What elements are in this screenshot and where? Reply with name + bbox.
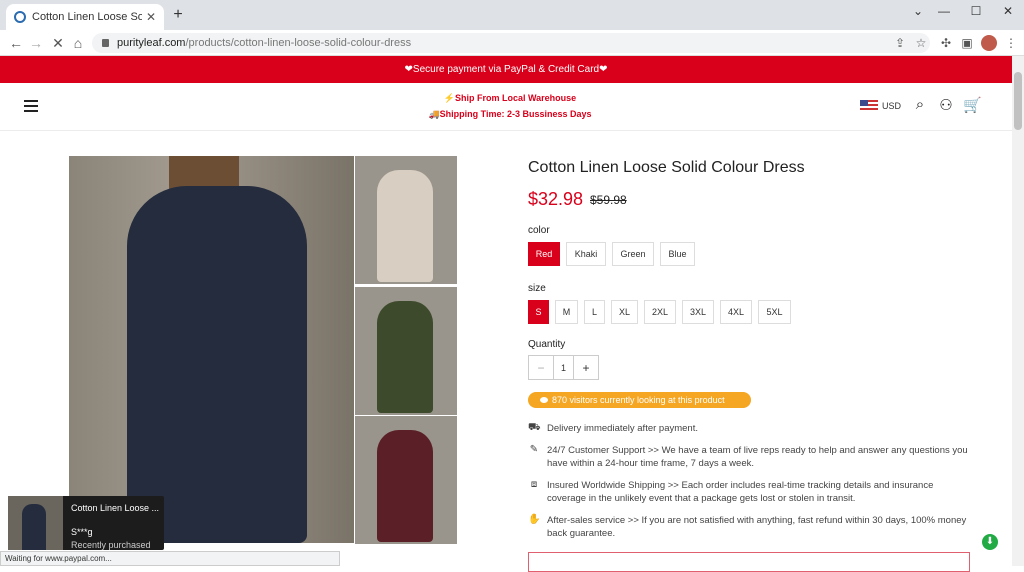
home-icon[interactable]: ⌂ (70, 35, 86, 51)
quantity-increase-button[interactable]: + (574, 356, 598, 379)
site-header: ⚡Ship From Local Warehouse 🚚Shipping Tim… (0, 83, 1012, 131)
popup-status: Recently purchased (71, 540, 151, 550)
search-icon[interactable]: ⌕ (911, 96, 929, 113)
address-bar[interactable]: purityleaf.com /products/cotton-linen-lo… (92, 33, 930, 53)
color-option-red[interactable]: Red (528, 242, 560, 266)
url-domain: purityleaf.com (117, 37, 186, 49)
profile-avatar[interactable] (981, 35, 997, 51)
maximize-icon[interactable]: ☐ (966, 4, 986, 18)
add-to-cart-button[interactable] (528, 552, 970, 572)
feature-shipping: Insured Worldwide Shipping >> Each order… (547, 480, 934, 504)
size-option-3xl[interactable]: 3XL (682, 300, 714, 324)
side-panel-icon[interactable]: ▣ (960, 37, 974, 49)
currency-selector[interactable]: USD (882, 101, 901, 111)
size-option-5xl[interactable]: 5XL (758, 300, 791, 324)
browser-menu-icon[interactable]: ⋮ (1004, 37, 1018, 49)
url-path: /products/cotton-linen-loose-solid-colou… (185, 37, 412, 49)
share-icon[interactable]: ⇪ (893, 37, 907, 49)
product-main-image[interactable] (69, 156, 354, 543)
visitors-badge: 870 visitors currently looking at this p… (528, 392, 751, 408)
quantity-stepper: − 1 + (528, 355, 599, 380)
size-option-2xl[interactable]: 2XL (644, 300, 676, 324)
recent-purchase-popup[interactable]: Cotton Linen Loose ... S***g Recently pu… (8, 496, 164, 550)
color-option-blue[interactable]: Blue (660, 242, 695, 266)
browser-tab-strip: Cotton Linen Loose Solid Colour Dress ✕ … (0, 0, 1024, 30)
quantity-label: Quantity (528, 339, 566, 350)
new-tab-button[interactable]: + (170, 6, 186, 24)
browser-toolbar: ← → ✕ ⌂ purityleaf.com /products/cotton-… (0, 30, 1024, 56)
stop-loading-icon[interactable]: ✕ (50, 35, 66, 51)
quantity-decrease-button[interactable]: − (529, 356, 553, 379)
close-window-icon[interactable]: ✕ (998, 4, 1018, 18)
feature-delivery: Delivery immediately after payment. (547, 423, 698, 434)
compare-at-price: $59.98 (590, 193, 627, 207)
cart-icon[interactable]: 🛒 (963, 96, 982, 114)
promo-bar: ❤Secure payment via PayPal & Credit Card… (0, 56, 1012, 83)
feature-after-sales: After-sales service >> If you are not sa… (547, 515, 967, 539)
bookmark-star-icon[interactable]: ☆ (914, 37, 928, 49)
hand-icon: ✋ (528, 514, 541, 525)
forward-icon[interactable]: → (28, 35, 44, 51)
product-price: $32.98 (528, 189, 584, 209)
feature-support: 24/7 Customer Support >> We have a team … (547, 445, 968, 469)
product-thumbnail-green[interactable] (355, 287, 457, 415)
tab-close-icon[interactable]: ✕ (146, 10, 156, 24)
scrollbar-thumb[interactable] (1014, 72, 1022, 130)
product-thumbnail-khaki[interactable] (355, 156, 457, 284)
chat-widget-icon[interactable]: ⬇ (982, 534, 998, 550)
popup-product-title: Cotton Linen Loose ... (71, 503, 159, 513)
color-option-khaki[interactable]: Khaki (566, 242, 606, 266)
popup-buyer-name: S***g (71, 527, 93, 537)
tab-title: Cotton Linen Loose Solid Colour Dress (32, 11, 142, 23)
popup-product-image (8, 496, 63, 550)
product-thumbnail-wine[interactable] (355, 416, 457, 544)
color-label: color (528, 225, 550, 236)
size-option-4xl[interactable]: 4XL (720, 300, 752, 324)
package-icon: ⧈ (530, 479, 538, 490)
browser-tab[interactable]: Cotton Linen Loose Solid Colour Dress ✕ (6, 4, 164, 30)
browser-status-bar: Waiting for www.paypal.com... (0, 551, 340, 566)
product-title: Cotton Linen Loose Solid Colour Dress (528, 159, 805, 176)
back-icon[interactable]: ← (8, 35, 24, 51)
size-option-l[interactable]: L (584, 300, 605, 324)
pin-icon: ✎ (529, 444, 539, 455)
promo-text: ❤Secure payment via PayPal & Credit Card… (404, 64, 608, 75)
us-flag-icon[interactable] (860, 100, 878, 112)
color-option-green[interactable]: Green (612, 242, 654, 266)
lock-icon (102, 39, 109, 47)
size-option-s[interactable]: S (528, 300, 549, 324)
size-label: size (528, 283, 546, 294)
visitors-text: 870 visitors currently looking at this p… (552, 395, 725, 405)
site-favicon-icon (14, 11, 26, 23)
quantity-input[interactable]: 1 (553, 356, 574, 379)
minimize-icon[interactable]: — (934, 4, 954, 18)
extensions-puzzle-icon[interactable]: ✣ (939, 37, 953, 49)
eye-icon (540, 397, 548, 403)
size-option-m[interactable]: M (555, 300, 578, 324)
truck-icon: ⛟ (528, 422, 541, 433)
page-scrollbar[interactable] (1012, 56, 1024, 566)
account-icon[interactable]: ⚇ (937, 96, 955, 114)
size-option-xl[interactable]: XL (611, 300, 638, 324)
tab-search-icon[interactable]: ⌄ (908, 4, 928, 18)
